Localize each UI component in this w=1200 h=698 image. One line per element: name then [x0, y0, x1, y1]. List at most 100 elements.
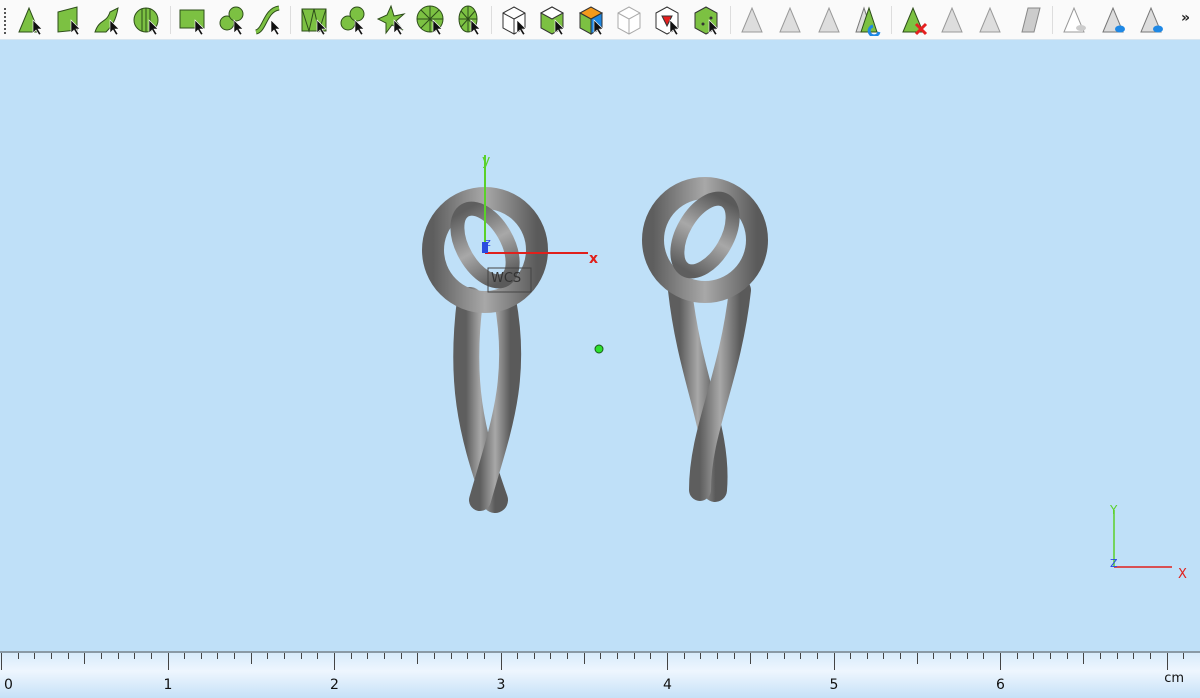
select-vertex-button[interactable] — [14, 4, 46, 36]
select-face-button[interactable] — [52, 4, 84, 36]
select-triangle-gray-button[interactable] — [737, 4, 769, 36]
ruler-tick — [250, 653, 252, 664]
select-oval-button[interactable] — [452, 4, 484, 36]
ruler-tick — [716, 653, 718, 659]
select-curve-button[interactable] — [252, 4, 284, 36]
ruler-tick — [1116, 653, 1118, 659]
select-curve-icon — [254, 5, 281, 36]
ruler-tick — [783, 653, 785, 659]
ruler-tick — [1016, 653, 1018, 659]
select-part-inner-button[interactable] — [651, 4, 683, 36]
3d-viewport[interactable]: y x z WCS Y X Z — [0, 41, 1200, 651]
show-selection-button[interactable] — [1098, 4, 1130, 36]
split-selection-button[interactable] — [937, 4, 969, 36]
ruler-tick — [950, 653, 952, 659]
select-triangle-gray-icon — [741, 6, 763, 33]
ruler-label: 3 — [496, 677, 506, 693]
toolbar-overflow-button[interactable]: » — [1181, 10, 1190, 26]
ruler-tick — [983, 653, 985, 659]
corner-label-z: Z — [1110, 557, 1118, 570]
hide-selection-button[interactable] — [1059, 4, 1091, 36]
copy-selection-button[interactable] — [975, 4, 1007, 36]
select-wheel-button[interactable] — [414, 4, 446, 36]
ruler-tick — [184, 653, 186, 659]
flatten-selection-button[interactable] — [1013, 4, 1045, 36]
split-selection-icon — [941, 6, 963, 33]
ruler: 0 1 2 3 4 5 6 cm — [0, 651, 1200, 698]
corner-axes — [1113, 510, 1172, 568]
ruler-tick — [317, 653, 319, 659]
ruler-label: 6 — [996, 677, 1005, 693]
select-shrink-button[interactable] — [775, 4, 807, 36]
select-shell-button[interactable] — [130, 4, 162, 36]
select-star-icon — [376, 4, 406, 36]
select-star-button[interactable] — [375, 4, 407, 36]
show-all-icon — [1140, 6, 1163, 33]
ruler-tick — [1066, 653, 1068, 659]
select-rectangle-icon — [179, 9, 205, 36]
select-grow-button[interactable] — [814, 4, 846, 36]
select-part-green-button[interactable] — [536, 4, 568, 36]
ruler-tick — [500, 653, 502, 670]
ruler-tick — [117, 653, 119, 659]
select-part-solid-button[interactable] — [690, 4, 722, 36]
delete-selection-button[interactable] — [898, 4, 930, 36]
toolbar: » — [0, 0, 1200, 40]
select-triangles-button[interactable] — [298, 4, 330, 36]
ruler-tick — [84, 653, 86, 664]
ruler-tick — [34, 653, 36, 659]
ruler-tick — [1183, 653, 1185, 659]
ruler-tick — [816, 653, 818, 659]
select-part-button[interactable] — [498, 4, 530, 36]
ruler-tick — [267, 653, 269, 659]
ruler-tick — [933, 653, 935, 659]
ruler-tick — [916, 653, 918, 664]
select-triangles-icon — [301, 8, 327, 36]
select-part-orange-button[interactable] — [575, 4, 607, 36]
toolbar-separator — [170, 6, 171, 34]
ruler-tick — [533, 653, 535, 659]
ruler-tick — [100, 653, 102, 659]
ruler-tick — [67, 653, 69, 659]
select-rectangle-button[interactable] — [176, 4, 208, 36]
select-blob-button[interactable] — [215, 4, 247, 36]
toolbar-separator — [491, 6, 492, 34]
ruler-tick — [766, 653, 768, 659]
toolbar-separator — [1052, 6, 1053, 34]
ruler-tick — [417, 653, 419, 664]
ruler-tick — [800, 653, 802, 659]
select-part-icon — [502, 6, 527, 36]
ruler-tick — [1, 653, 2, 670]
ruler-tick — [367, 653, 369, 659]
select-part-solid-icon — [694, 6, 719, 36]
select-patch-button[interactable] — [336, 4, 368, 36]
ruler-tick — [300, 653, 302, 659]
select-shrink-icon — [779, 6, 801, 33]
ruler-tick — [433, 653, 435, 659]
select-grow-icon — [818, 6, 840, 33]
invert-selection-button[interactable] — [852, 4, 884, 36]
ruler-tick — [350, 653, 352, 659]
select-surface-button[interactable] — [91, 4, 123, 36]
axis-label-x: x — [589, 251, 599, 267]
ruler-tick — [650, 653, 652, 659]
model-right[interactable] — [642, 177, 768, 523]
select-face-icon — [57, 6, 81, 36]
ruler-tick — [567, 653, 569, 659]
show-all-button[interactable] — [1136, 4, 1168, 36]
ruler-label: 0 — [4, 677, 13, 693]
ruler-tick — [467, 653, 469, 659]
pivot-point[interactable] — [594, 344, 604, 354]
ruler-tick — [234, 653, 236, 659]
corner-label-y: Y — [1110, 503, 1118, 517]
select-vertex-icon — [18, 6, 43, 36]
ruler-tick — [900, 653, 902, 659]
ruler-tick — [284, 653, 286, 659]
select-wheel-icon — [416, 5, 444, 36]
toolbar-grip[interactable] — [4, 8, 6, 34]
ruler-tick — [633, 653, 635, 659]
ruler-tick — [217, 653, 219, 659]
ruler-tick — [1049, 653, 1051, 659]
ruler-tick — [617, 653, 619, 659]
select-part-ghost-button[interactable] — [613, 4, 645, 36]
